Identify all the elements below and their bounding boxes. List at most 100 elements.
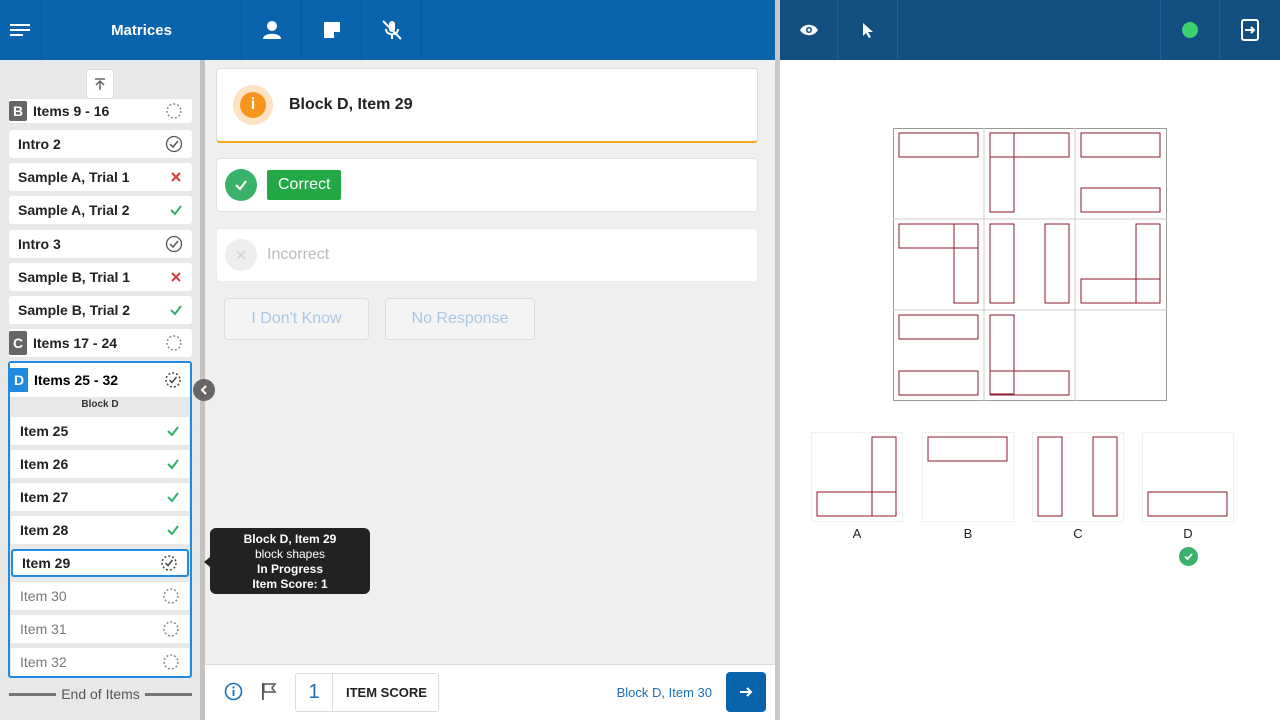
no-response-button[interactable]: No Response bbox=[385, 298, 535, 340]
item-info-button[interactable] bbox=[224, 682, 243, 706]
not-started-icon bbox=[166, 335, 182, 351]
matrix-grid bbox=[893, 128, 1167, 401]
sidebar-item-label: Sample A, Trial 1 bbox=[18, 169, 130, 185]
block-badge: B bbox=[9, 101, 27, 121]
sidebar-item-25[interactable]: Item 25 bbox=[11, 417, 189, 445]
sidebar-item-label: Intro 2 bbox=[18, 136, 61, 152]
mic-off-button[interactable] bbox=[362, 0, 422, 60]
complete-circle-icon bbox=[165, 235, 183, 253]
end-of-items-label: End of Items bbox=[61, 686, 140, 702]
sidebar-item-label: Item 26 bbox=[20, 456, 69, 472]
block-badge: C bbox=[9, 331, 27, 355]
choice-a[interactable] bbox=[811, 432, 903, 522]
sidebar-item-label: Sample B, Trial 2 bbox=[18, 302, 131, 318]
sidebar-item-26[interactable]: Item 26 bbox=[11, 450, 189, 478]
sidebar-item-label: Item 28 bbox=[20, 522, 69, 538]
scroll-to-top-button[interactable] bbox=[86, 69, 114, 99]
item-header: i Block D, Item 29 bbox=[216, 68, 758, 143]
sidebar-block-b[interactable]: B Items 9 - 16 bbox=[9, 99, 192, 123]
choice-b[interactable] bbox=[922, 432, 1014, 522]
correct-check-icon bbox=[170, 305, 182, 316]
sidebar-item-sample-b-trial-1[interactable]: Sample B, Trial 1 bbox=[9, 263, 192, 291]
mic-off-icon bbox=[381, 20, 402, 40]
not-started-icon bbox=[163, 654, 179, 670]
sidebar-item-label: Item 27 bbox=[20, 489, 69, 505]
view-button[interactable] bbox=[780, 0, 838, 60]
block-badge: D bbox=[10, 368, 28, 392]
selected-choice-check-icon bbox=[1179, 547, 1198, 566]
sidebar-item-label: Items 9 - 16 bbox=[33, 103, 110, 119]
correct-label: Correct bbox=[267, 170, 342, 200]
sidebar-item-29[interactable]: Item 29 bbox=[11, 549, 189, 577]
sidebar-block-c[interactable]: C Items 17 - 24 bbox=[9, 329, 192, 357]
sidebar-item-28[interactable]: Item 28 bbox=[11, 516, 189, 544]
info-button[interactable]: i bbox=[233, 85, 273, 125]
stimulus-toolbar bbox=[780, 0, 1280, 60]
end-line-right bbox=[144, 692, 192, 696]
eye-icon bbox=[799, 24, 818, 36]
tooltip-description: block shapes bbox=[254, 547, 326, 561]
sidebar-item-sample-a-trial-1[interactable]: Sample A, Trial 1 bbox=[9, 163, 192, 191]
sidebar-item-30[interactable]: Item 30 bbox=[11, 582, 189, 610]
sidebar-item-intro-2[interactable]: Intro 2 bbox=[9, 130, 192, 158]
pointer-button[interactable] bbox=[838, 0, 898, 60]
tooltip-title: Block D, Item 29 bbox=[243, 532, 337, 546]
correct-option[interactable]: Correct bbox=[216, 158, 758, 212]
not-started-icon bbox=[163, 588, 179, 604]
block-d-header[interactable]: D Items 25 - 32 bbox=[10, 363, 190, 397]
flag-button[interactable] bbox=[260, 682, 278, 706]
item-score: 1 ITEM SCORE bbox=[295, 673, 439, 712]
sidebar-item-label: Item 30 bbox=[20, 588, 67, 604]
incorrect-x-icon bbox=[171, 272, 181, 282]
sidebar-item-sample-b-trial-2[interactable]: Sample B, Trial 2 bbox=[9, 296, 192, 324]
correct-check-icon bbox=[167, 426, 179, 437]
sidebar-block-d: D Items 25 - 32 Block D Item 25 Item 26 … bbox=[8, 361, 192, 678]
next-item-button[interactable] bbox=[726, 672, 766, 712]
exit-button[interactable] bbox=[1220, 0, 1280, 60]
sidebar-item-intro-3[interactable]: Intro 3 bbox=[9, 230, 192, 258]
arrow-to-top-icon bbox=[95, 78, 105, 90]
correct-check-icon bbox=[167, 459, 179, 470]
examinee-button[interactable] bbox=[242, 0, 302, 60]
correct-check-icon bbox=[170, 205, 182, 216]
connection-status bbox=[1160, 0, 1220, 60]
not-started-icon bbox=[166, 103, 182, 119]
sidebar-item-27[interactable]: Item 27 bbox=[11, 483, 189, 511]
choice-c-label: C bbox=[1073, 526, 1083, 541]
not-started-icon bbox=[163, 621, 179, 637]
item-score-value: 1 bbox=[296, 674, 333, 711]
incorrect-x-icon bbox=[225, 239, 257, 271]
arrow-right-icon bbox=[740, 687, 753, 697]
block-label: Items 25 - 32 bbox=[34, 372, 119, 388]
sidebar-item-label: Item 29 bbox=[22, 555, 71, 571]
choice-a-label: A bbox=[852, 526, 862, 541]
incorrect-option[interactable]: Incorrect bbox=[216, 228, 758, 282]
correct-check-icon bbox=[167, 492, 179, 503]
next-item-label: Block D, Item 30 bbox=[616, 685, 712, 700]
chevron-left-icon bbox=[200, 385, 207, 395]
sidebar-item-label: Sample B, Trial 1 bbox=[18, 269, 131, 285]
app-title: Matrices bbox=[42, 0, 242, 60]
hamburger-icon bbox=[9, 24, 30, 36]
in-progress-icon bbox=[165, 372, 181, 388]
notes-button[interactable] bbox=[302, 0, 362, 60]
incorrect-x-icon bbox=[171, 172, 181, 182]
sidebar-item-label: Items 17 - 24 bbox=[33, 335, 118, 351]
item-score-label: ITEM SCORE bbox=[346, 685, 427, 700]
menu-button[interactable] bbox=[0, 0, 42, 60]
in-progress-icon bbox=[161, 555, 177, 571]
sidebar-item-31[interactable]: Item 31 bbox=[11, 615, 189, 643]
main-toolbar: Matrices bbox=[0, 0, 775, 60]
sidebar-item-label: Intro 3 bbox=[18, 236, 61, 252]
choice-c[interactable] bbox=[1032, 432, 1124, 522]
sidebar-item-32[interactable]: Item 32 bbox=[11, 648, 189, 676]
sidebar-item-sample-a-trial-2[interactable]: Sample A, Trial 2 bbox=[9, 196, 192, 224]
choice-d[interactable] bbox=[1142, 432, 1234, 522]
tooltip-score: Item Score: 1 bbox=[252, 577, 328, 591]
note-icon bbox=[323, 22, 340, 38]
dont-know-button[interactable]: I Don't Know bbox=[224, 298, 369, 340]
item-tooltip: Block D, Item 29 block shapes In Progres… bbox=[210, 528, 370, 594]
complete-circle-icon bbox=[165, 135, 183, 153]
block-subtitle: Block D bbox=[81, 399, 119, 410]
collapse-sidebar-button[interactable] bbox=[193, 379, 215, 401]
